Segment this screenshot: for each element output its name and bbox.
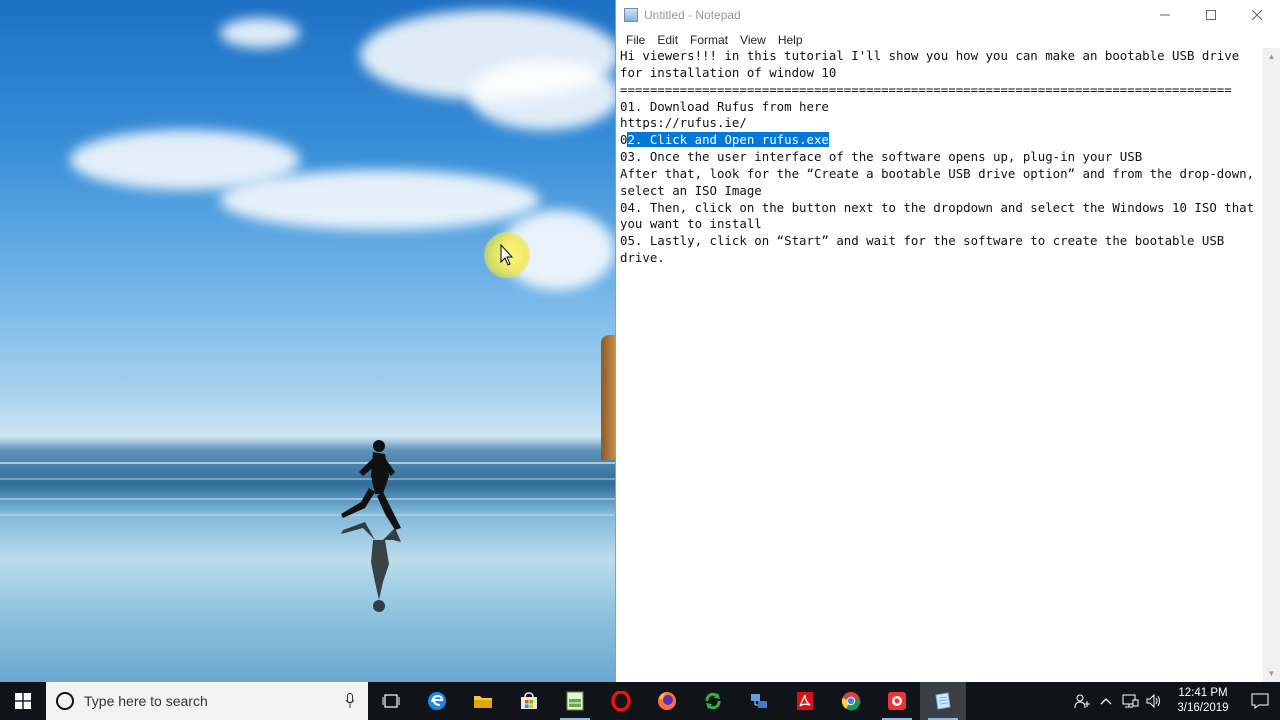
- text-line: 01. Download Rufus from here: [620, 98, 829, 114]
- cortana-icon: [56, 692, 74, 710]
- show-hidden-icons-chevron-icon[interactable]: [1094, 697, 1118, 705]
- spreadsheet-app-icon[interactable]: [552, 682, 598, 720]
- firefox-browser-icon[interactable]: [644, 682, 690, 720]
- volume-icon[interactable]: [1142, 693, 1166, 709]
- menu-view[interactable]: View: [734, 33, 772, 47]
- edge-browser-icon[interactable]: [414, 682, 460, 720]
- file-explorer-icon[interactable]: [460, 682, 506, 720]
- text-line: https://rufus.ie/: [620, 115, 747, 131]
- maximize-button[interactable]: [1188, 0, 1234, 30]
- acrobat-reader-icon[interactable]: [782, 682, 828, 720]
- wave: [0, 462, 615, 464]
- cloud: [220, 170, 540, 230]
- taskbar: Type here to search 12:41 PM 3/16/2019: [0, 682, 1280, 720]
- mouse-pointer-icon: [500, 244, 514, 266]
- text-editor[interactable]: Hi viewers!!! in this tutorial I'll show…: [616, 48, 1263, 682]
- text-line: 04. Then, click on the button next to th…: [620, 199, 1255, 215]
- cloud: [470, 60, 615, 130]
- microphone-icon[interactable]: [332, 693, 368, 709]
- wave: [0, 514, 615, 516]
- close-icon: [1252, 10, 1262, 20]
- text-line: for installation of window 10: [620, 64, 837, 80]
- screen-recorder-icon[interactable]: [874, 682, 920, 720]
- text-line: 03. Once the user interface of the softw…: [620, 149, 1143, 165]
- close-button[interactable]: [1234, 0, 1280, 30]
- window-title: Untitled - Notepad: [644, 8, 741, 22]
- taskbar-search-box[interactable]: Type here to search: [46, 682, 368, 720]
- network-icon[interactable]: [1118, 693, 1142, 709]
- menu-bar: File Edit Format View Help: [616, 30, 1280, 50]
- action-center-icon[interactable]: [1240, 693, 1280, 709]
- clock-time: 12:41 PM: [1178, 687, 1228, 699]
- text-line: you want to install: [620, 216, 762, 232]
- scroll-down-icon[interactable]: ▼: [1263, 665, 1280, 682]
- minimize-icon: [1160, 14, 1170, 16]
- menu-file[interactable]: File: [620, 33, 651, 47]
- wave: [0, 478, 615, 480]
- sync-app-icon[interactable]: [690, 682, 736, 720]
- store-icon[interactable]: [506, 682, 552, 720]
- text-selection: 2. Click and Open rufus.exe: [627, 132, 829, 148]
- people-icon[interactable]: [1070, 693, 1094, 709]
- chrome-browser-icon[interactable]: [828, 682, 874, 720]
- desktop-wallpaper: [0, 0, 615, 682]
- menu-edit[interactable]: Edit: [651, 33, 684, 47]
- scroll-up-icon[interactable]: ▲: [1263, 48, 1280, 65]
- network-app-icon[interactable]: [736, 682, 782, 720]
- title-bar[interactable]: Untitled - Notepad: [616, 0, 1280, 30]
- notepad-window: Untitled - Notepad File Edit Format View…: [615, 0, 1280, 682]
- notepad-icon: [624, 8, 638, 22]
- clock[interactable]: 12:41 PM 3/16/2019: [1166, 686, 1240, 716]
- search-placeholder: Type here to search: [84, 693, 208, 709]
- text-line: select an ISO Image: [620, 182, 762, 198]
- text-line: drive.: [620, 250, 665, 266]
- runner-silhouette: [341, 440, 401, 612]
- menu-help[interactable]: Help: [772, 33, 809, 47]
- opera-browser-icon[interactable]: [598, 682, 644, 720]
- editor-text[interactable]: Hi viewers!!! in this tutorial I'll show…: [620, 48, 1263, 682]
- text-line: Hi viewers!!! in this tutorial I'll show…: [620, 48, 1240, 63]
- system-tray: 12:41 PM 3/16/2019: [1070, 682, 1280, 720]
- minimize-button[interactable]: [1142, 0, 1188, 30]
- task-view-icon[interactable]: [368, 682, 414, 720]
- windows-logo-icon: [15, 693, 31, 709]
- selected-text-line: 02. Click and Open rufus.exe: [620, 132, 1263, 149]
- start-button[interactable]: [0, 682, 46, 720]
- menu-format[interactable]: Format: [684, 33, 734, 47]
- cliff: [601, 335, 615, 460]
- cloud: [220, 18, 300, 48]
- text-line: ========================================…: [620, 81, 1232, 97]
- vertical-scrollbar[interactable]: ▲ ▼: [1263, 48, 1280, 682]
- wave: [0, 498, 615, 500]
- text-line: 05. Lastly, click on “Start” and wait fo…: [620, 233, 1225, 249]
- clock-date: 3/16/2019: [1177, 702, 1229, 714]
- maximize-icon: [1206, 10, 1216, 20]
- notepad-taskbar-icon[interactable]: [920, 682, 966, 720]
- text-line: After that, look for the “Create a boota…: [620, 165, 1255, 181]
